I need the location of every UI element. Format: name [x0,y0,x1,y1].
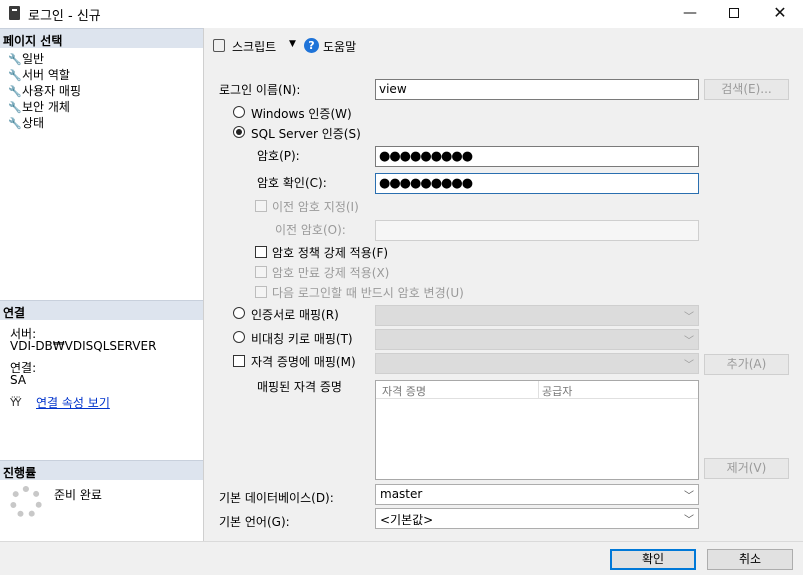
windows-auth-label: Windows 인증(W) [251,107,352,121]
enforce-expiration-label: 암호 만료 강제 적용(X) [272,266,390,280]
default-language-value: <기본값> [380,513,434,527]
default-language-label: 기본 언어(G): [219,515,290,529]
login-name-input[interactable]: view [375,79,699,100]
wrench-icon: 🔧 [8,101,22,114]
progress-status: 준비 완료 [54,488,102,502]
wrench-icon: 🔧 [8,117,22,130]
asymmetric-key-combo[interactable]: ﹀ [375,329,699,350]
connection-header: 연결 [0,300,203,320]
maximize-icon [729,8,739,18]
mapped-credentials-label: 매핑된 자격 증명 [257,380,342,394]
chevron-down-icon: ﹀ [684,491,694,502]
connection-properties-icon: ŸŸ [10,396,22,409]
specify-old-password-label: 이전 암호 지정(I) [272,200,359,214]
page-item-general[interactable]: 🔧일반 [8,50,44,66]
script-button[interactable]: 스크립트 [232,38,276,55]
page-item-status[interactable]: 🔧상태 [8,114,44,130]
connection-value: SA [10,373,27,387]
page-item-label: 서버 역할 [22,68,70,82]
sql-auth-radio[interactable] [233,126,245,138]
asym-key-mapped-radio[interactable] [233,331,245,343]
grid-column-divider [538,381,539,399]
mapped-credentials-grid[interactable]: 자격 증명 공급자 [375,380,699,480]
chevron-down-icon: ﹀ [684,360,694,371]
password-value: ●●●●●●●●● [379,149,473,164]
title-bar: 로그인 - 신규 — ✕ [0,0,803,28]
cancel-button[interactable]: 취소 [707,549,793,570]
help-icon: ? [304,38,319,53]
page-item-user-mapping[interactable]: 🔧사용자 매핑 [8,82,81,98]
remove-credential-button[interactable]: 제거(V) [704,458,789,479]
specify-old-password-checkbox[interactable] [255,200,267,212]
enforce-policy-checkbox[interactable] [255,246,267,258]
page-item-server-roles[interactable]: 🔧서버 역할 [8,66,70,82]
script-icon [213,39,225,52]
maximize-button[interactable] [711,0,757,28]
help-button[interactable]: 도움말 [323,38,356,55]
wrench-icon: 🔧 [8,85,22,98]
enforce-expiration-checkbox[interactable] [255,266,267,278]
page-item-label: 일반 [22,52,45,66]
password-label: 암호(P): [257,149,300,163]
grid-column-credential[interactable]: 자격 증명 [382,383,426,399]
default-language-combo[interactable]: <기본값> ﹀ [375,508,699,529]
certificate-combo[interactable]: ﹀ [375,305,699,326]
search-button[interactable]: 검색(E)... [704,79,789,100]
login-name-label: 로그인 이름(N): [219,83,301,97]
password-input[interactable]: ●●●●●●●●● [375,146,699,167]
wrench-icon: 🔧 [8,53,22,66]
page-item-label: 보안 개체 [22,100,70,114]
windows-auth-radio[interactable] [233,106,245,118]
credential-mapped-label: 자격 증명에 매핑(M) [251,355,356,369]
toolbar: 스크립트 ▼ ? 도움말 [205,28,803,64]
old-password-label: 이전 암호(O): [275,223,346,237]
chevron-down-icon: ﹀ [684,336,694,347]
script-dropdown-icon[interactable]: ▼ [289,39,296,49]
connection-properties-link[interactable]: 연결 속성 보기 [36,394,110,411]
credential-mapped-checkbox[interactable] [233,355,245,367]
enforce-policy-label: 암호 정책 강제 적용(F) [272,246,389,260]
progress-header: 진행률 [0,460,203,480]
chevron-down-icon: ﹀ [684,312,694,323]
page-item-securables[interactable]: 🔧보안 개체 [8,98,70,114]
must-change-label: 다음 로그인할 때 반드시 암호 변경(U) [272,286,464,300]
old-password-input[interactable] [375,220,699,241]
page-item-label: 상태 [22,116,45,130]
minimize-button[interactable]: — [667,0,713,28]
confirm-password-input[interactable]: ●●●●●●●●● [375,173,699,194]
must-change-checkbox[interactable] [255,286,267,298]
cert-mapped-label: 인증서로 매핑(R) [251,308,339,322]
app-icon [9,6,20,20]
default-database-value: master [380,487,423,501]
confirm-password-label: 암호 확인(C): [257,176,327,190]
asym-key-mapped-label: 비대칭 키로 매핑(T) [251,332,353,346]
server-value: VDI-DB₩VDISQLSERVER [10,339,157,353]
grid-column-provider[interactable]: 공급자 [542,383,572,399]
sql-auth-label: SQL Server 인증(S) [251,127,361,141]
chevron-down-icon: ﹀ [684,515,694,526]
ok-button[interactable]: 확인 [610,549,696,570]
grid-header: 자격 증명 공급자 [376,381,698,399]
page-item-label: 사용자 매핑 [22,84,82,98]
close-button[interactable]: ✕ [757,0,803,28]
cert-mapped-radio[interactable] [233,307,245,319]
window-title: 로그인 - 신규 [28,9,101,24]
credential-combo[interactable]: ﹀ [375,353,699,374]
add-credential-button[interactable]: 추가(A) [704,354,789,375]
progress-spinner-icon [10,486,42,518]
default-database-combo[interactable]: master ﹀ [375,484,699,505]
default-database-label: 기본 데이터베이스(D): [219,491,334,505]
general-form: 로그인 이름(N): view 검색(E)... Windows 인증(W) S… [205,64,803,541]
page-select-header: 페이지 선택 [0,28,203,48]
dialog-footer: 확인 취소 [0,541,803,575]
confirm-password-value: ●●●●●●●●● [379,176,473,191]
wrench-icon: 🔧 [8,69,22,82]
left-pane: 페이지 선택 🔧일반 🔧서버 역할 🔧사용자 매핑 🔧보안 개체 🔧상태 연결 … [0,28,204,541]
